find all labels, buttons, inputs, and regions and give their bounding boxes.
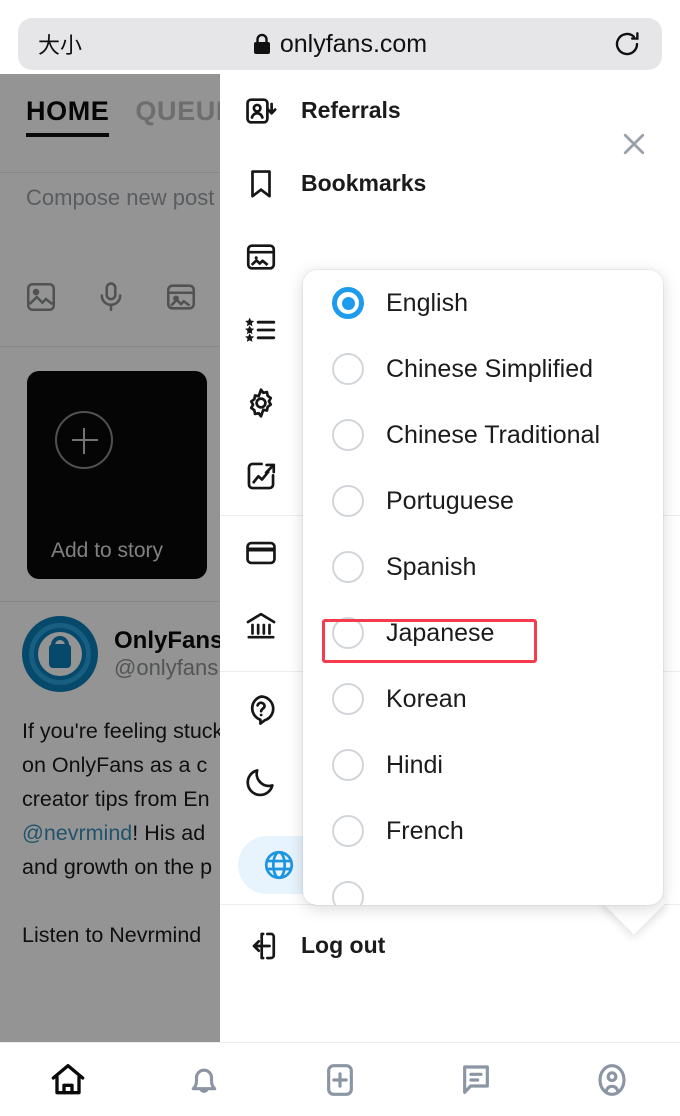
browser-toolbar: 大小 onlyfans.com: [0, 14, 680, 74]
radio-icon[interactable]: [332, 617, 364, 649]
language-option-label: English: [386, 288, 468, 317]
language-option-korean[interactable]: Korean: [303, 666, 663, 732]
gear-icon: [244, 386, 278, 420]
card-icon: [244, 536, 278, 570]
language-option-label: Spanish: [386, 552, 477, 581]
language-option-label: French: [386, 816, 464, 845]
language-option-label: Portuguese: [386, 486, 514, 515]
statistics-icon: [244, 459, 278, 493]
language-option-portuguese[interactable]: Portuguese: [303, 468, 663, 534]
address-bar-center: onlyfans.com: [18, 30, 662, 59]
feed-background: HOME QUEUE Compose new post: [0, 74, 220, 1042]
nav-home[interactable]: [0, 1060, 136, 1100]
menu-item-bookmarks[interactable]: Bookmarks: [220, 147, 680, 220]
bookmark-icon: [244, 167, 278, 201]
radio-icon[interactable]: [332, 815, 364, 847]
language-option-english[interactable]: English: [303, 270, 663, 336]
messages-icon: [456, 1060, 496, 1100]
radio-icon[interactable]: [332, 881, 364, 905]
nav-messages[interactable]: [408, 1060, 544, 1100]
home-icon: [48, 1060, 88, 1100]
language-option-chinese-simplified[interactable]: Chinese Simplified: [303, 336, 663, 402]
radio-icon[interactable]: [332, 287, 364, 319]
language-option-label: Japanese: [386, 618, 495, 647]
radio-icon[interactable]: [332, 749, 364, 781]
language-option-label: Hindi: [386, 750, 443, 779]
text-size-button[interactable]: 大小: [38, 28, 82, 60]
language-option-japanese[interactable]: Japanese: [303, 600, 663, 666]
language-option-spanish[interactable]: Spanish: [303, 534, 663, 600]
radio-icon[interactable]: [332, 419, 364, 451]
collections-icon: [244, 240, 278, 274]
nav-profile[interactable]: [544, 1060, 680, 1100]
add-post-icon: [320, 1060, 360, 1100]
moon-icon: [244, 765, 278, 799]
web-page: HOME QUEUE Compose new post: [0, 74, 680, 1042]
nav-notifications[interactable]: [136, 1060, 272, 1100]
address-bar[interactable]: 大小 onlyfans.com: [18, 18, 662, 70]
language-option-label: Chinese Simplified: [386, 354, 594, 383]
profile-icon: [592, 1060, 632, 1100]
starred-list-icon: [244, 313, 278, 347]
radio-icon[interactable]: [332, 683, 364, 715]
radio-icon[interactable]: [332, 551, 364, 583]
menu-item-logout[interactable]: Log out: [220, 909, 680, 982]
radio-icon[interactable]: [332, 485, 364, 517]
language-option-chinese-traditional[interactable]: Chinese Traditional: [303, 402, 663, 468]
language-option-hindi[interactable]: Hindi: [303, 732, 663, 798]
bank-icon: [244, 609, 278, 643]
language-option-partial[interactable]: [303, 864, 663, 905]
menu-item-label: Log out: [301, 932, 386, 958]
globe-icon: [262, 848, 296, 882]
bell-icon: [184, 1060, 224, 1100]
menu-item-label: Referrals: [301, 97, 401, 123]
url-text: onlyfans.com: [279, 29, 428, 58]
scrim-overlay[interactable]: [0, 74, 220, 1042]
language-option-label: Chinese Traditional: [386, 420, 601, 449]
language-option-label: Korean: [386, 684, 467, 713]
menu-item-referrals[interactable]: Referrals: [220, 74, 680, 147]
language-option-french[interactable]: French: [303, 798, 663, 864]
nav-add-post[interactable]: [272, 1060, 408, 1100]
help-icon: [244, 692, 278, 726]
person-add-icon: [244, 94, 278, 128]
lock-icon: [253, 33, 271, 55]
language-dropdown: English Chinese Simplified Chinese Tradi…: [303, 270, 663, 905]
radio-icon[interactable]: [332, 353, 364, 385]
status-bar: [0, 0, 680, 14]
bottom-navigation: [0, 1042, 680, 1116]
reload-icon[interactable]: [612, 29, 642, 59]
logout-icon: [244, 929, 278, 963]
menu-item-label: Bookmarks: [301, 170, 427, 196]
screen-root: 大小 onlyfans.com HOME QUEU Compose new po…: [0, 0, 680, 1116]
